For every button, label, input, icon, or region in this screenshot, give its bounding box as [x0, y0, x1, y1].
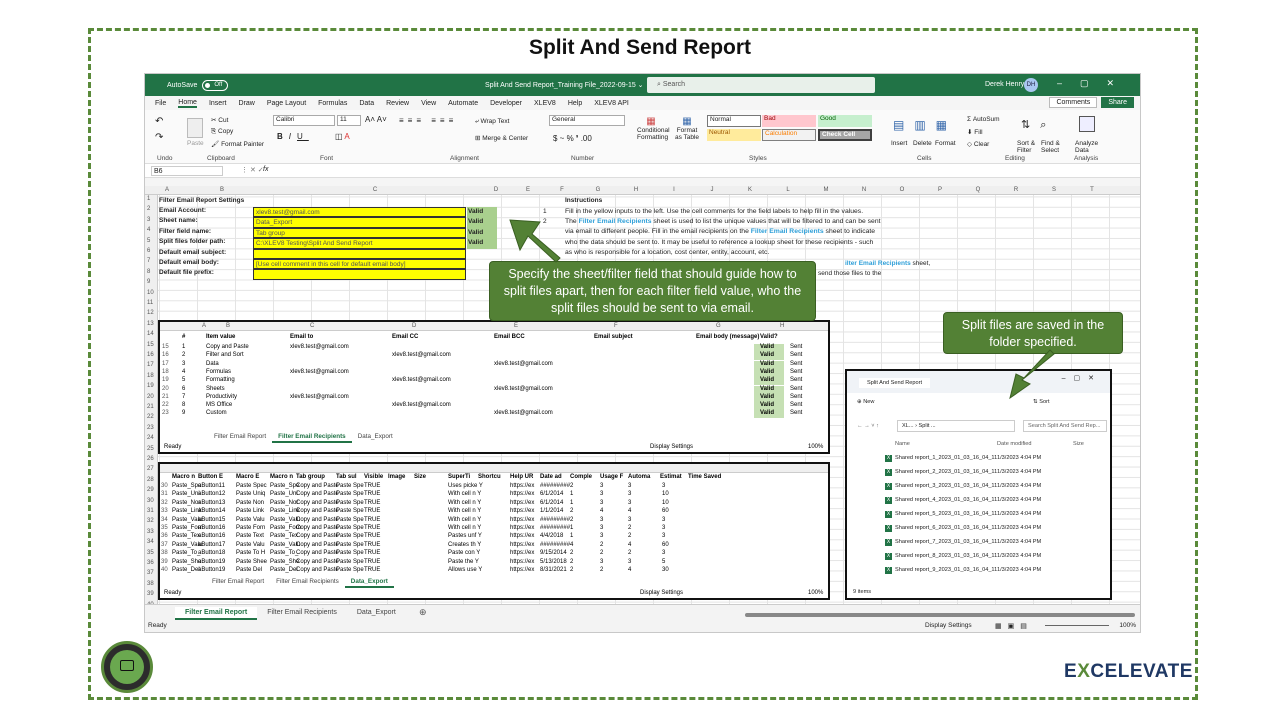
logo-x: X — [1077, 661, 1091, 682]
arrow-to-files — [1009, 349, 1055, 400]
arrow-to-settings — [509, 219, 561, 263]
code-icon — [120, 660, 134, 671]
logo-e: E — [1064, 661, 1078, 682]
excelevate-logo: EXCELEVATE — [1064, 661, 1193, 683]
callout-arrows — [509, 219, 1055, 400]
logo-rest: CELEVATE — [1090, 661, 1193, 682]
clock-badge — [101, 641, 153, 693]
